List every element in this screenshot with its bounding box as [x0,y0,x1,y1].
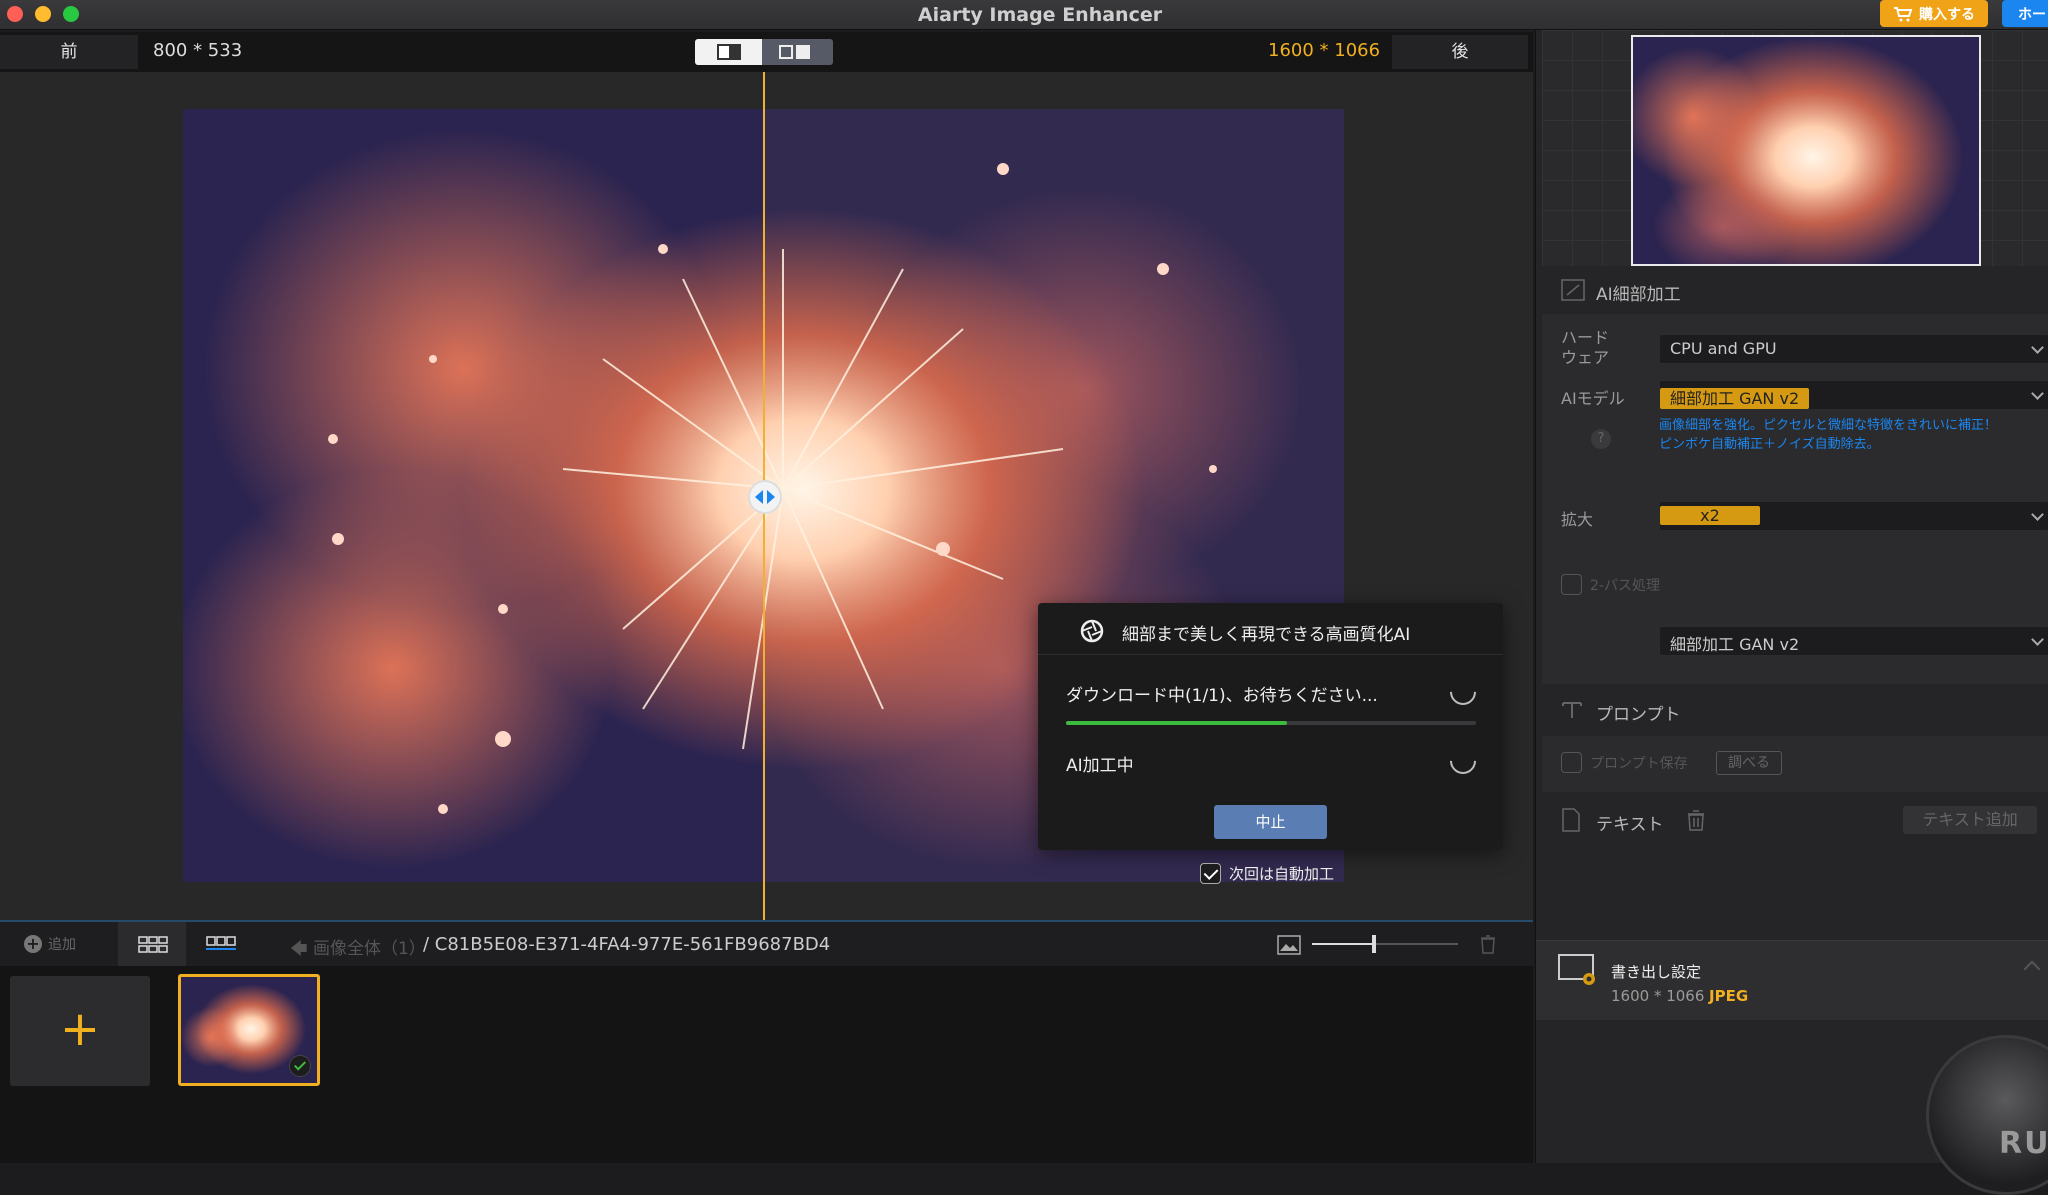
title-bar: Aiarty Image Enhancer 購入する ホー [0,0,2048,30]
download-progress-fill [1066,721,1288,725]
arrow-right-icon [767,490,775,504]
ai-detail-title: AI細部加工 [1596,285,1681,305]
hardware-label: ハード ウェア [1561,328,1610,367]
help-icon[interactable]: ? [1591,429,1611,449]
stop-button[interactable]: 中止 [1214,805,1327,839]
processing-dialog: 細部まで美しく再現できる高画質化AI ダウンロード中(1/1)、お待ちください.… [1038,603,1503,850]
two-pass-checkbox[interactable] [1561,574,1582,595]
zoom-slider-thumb[interactable] [1372,935,1376,953]
grid-icon [138,936,168,953]
auto-process-checkbox[interactable] [1200,862,1221,884]
chevron-down-icon [2031,633,2044,646]
prompt-title: プロンプト [1596,705,1681,725]
export-settings-icon [1558,954,1595,985]
split-view-icon [717,44,741,60]
after-tab[interactable]: 後 [1392,35,1528,69]
trash-icon[interactable] [1480,934,1496,954]
export-settings[interactable]: 書き出し設定 1600 * 1066 JPEG [1536,940,2048,1020]
two-pass-option[interactable]: 2-パス処理 [1561,574,1660,595]
text-title: テキスト [1596,815,1664,835]
ai-model-label: AIモデル [1561,389,1625,408]
chevron-down-icon [2031,508,2044,521]
zoom-slider[interactable] [1312,935,1458,953]
ai-model-select[interactable]: 細部加工 GAN v2 [1659,380,2048,410]
download-progress-bar [1066,721,1476,725]
side-by-side-icon [779,45,793,59]
text-file-icon [1562,808,1580,832]
image-size-icon [1277,935,1301,955]
split-view-button[interactable] [695,39,762,65]
auto-process-option[interactable]: 次回は自動加工 [1200,862,1334,884]
back-all-images[interactable]: 🡄 画像全体（1） [290,934,426,965]
home-button[interactable]: ホー [2002,0,2048,27]
bottom-toolbar: + 追加 🡄 画像全体（1） / C81B5E08-E371-4FA4-977E… [0,920,1533,966]
window-title: Aiarty Image Enhancer [917,4,1163,26]
prompt-save-option[interactable]: プロンプト保存 [1561,752,1688,773]
add-label: 追加 [48,937,76,953]
text-trash-icon[interactable] [1686,809,1706,831]
image-thumbnail[interactable] [178,974,320,1086]
prompt-icon [1562,702,1582,718]
image-path: / C81B5E08-E371-4FA4-977E-561FB9687BD4 [423,934,831,955]
two-pass-model-select[interactable]: 細部加工 GAN v2 [1659,626,2048,656]
plus-icon: + [59,1001,101,1057]
download-status: ダウンロード中(1/1)、お待ちください... [1066,686,1378,706]
buy-label: 購入する [1919,6,1975,23]
before-size: 800 * 533 [153,40,243,61]
chevron-down-icon [2031,341,2044,354]
back-arrow-icon: 🡄 [290,939,313,959]
navigator-image [1633,37,1963,264]
after-size: 1600 * 1066 [1268,40,1381,61]
export-size: 1600 * 1066 [1611,987,1705,1005]
settings-panel: AI細部加工 ハード ウェア CPU and GPU AIモデル 細部加工 GA… [1535,30,2048,1195]
dialog-header: 細部まで美しく再現できる高画質化AI [1038,603,1503,655]
export-title: 書き出し設定 [1611,963,1702,981]
add-button[interactable]: + 追加 [24,934,76,954]
prompt-save-checkbox[interactable] [1561,752,1582,773]
all-images-label: 画像全体（1） [312,939,426,959]
auto-process-label: 次回は自動加工 [1229,864,1335,883]
hardware-select[interactable]: CPU and GPU [1659,334,2048,364]
done-check-icon [289,1055,311,1077]
filmstrip-icon [206,936,236,950]
view-mode-switch [695,39,833,65]
filmstrip-view-button[interactable] [186,922,254,966]
prompt-check-button[interactable]: 調べる [1716,751,1782,775]
buy-button[interactable]: 購入する [1880,0,1988,27]
download-spinner-icon [1444,673,1482,711]
processing-spinner-icon [1444,742,1482,780]
add-image-tile[interactable]: + [10,976,150,1086]
add-text-button[interactable]: テキスト追加 [1903,806,2037,834]
cart-icon [1894,6,1913,21]
collapse-icon[interactable] [2023,960,2041,978]
arrow-left-icon [755,490,763,504]
side-by-side-button[interactable] [762,39,833,65]
plus-circle-icon: + [24,935,42,953]
run-label: RUN [1999,1126,2048,1161]
aperture-icon [1080,619,1104,643]
dialog-title: 細部まで美しく再現できる高画質化AI [1122,625,1411,645]
export-format: JPEG [1709,987,1749,1005]
compare-handle[interactable] [748,480,782,514]
before-tab[interactable]: 前 [0,35,138,69]
scale-label: 拡大 [1561,510,1594,529]
chevron-down-icon [2031,387,2044,400]
navigator-preview[interactable] [1631,35,1981,266]
ai-processing-status: AI加工中 [1066,756,1134,776]
ai-detail-icon [1561,279,1585,301]
thumbnail-strip: + [0,966,1533,1163]
grid-view-button[interactable] [118,922,186,966]
compare-toolbar: 前 800 * 533 1600 * 1066 後 [0,32,1533,72]
run-button[interactable]: RUN [1926,1035,2048,1195]
model-description: 画像細部を強化。ピクセルと微細な特徴をきれいに補正！ ピンボケ自動補正＋ノイズ自… [1659,418,1998,452]
scale-select[interactable]: x2 [1659,501,2048,531]
